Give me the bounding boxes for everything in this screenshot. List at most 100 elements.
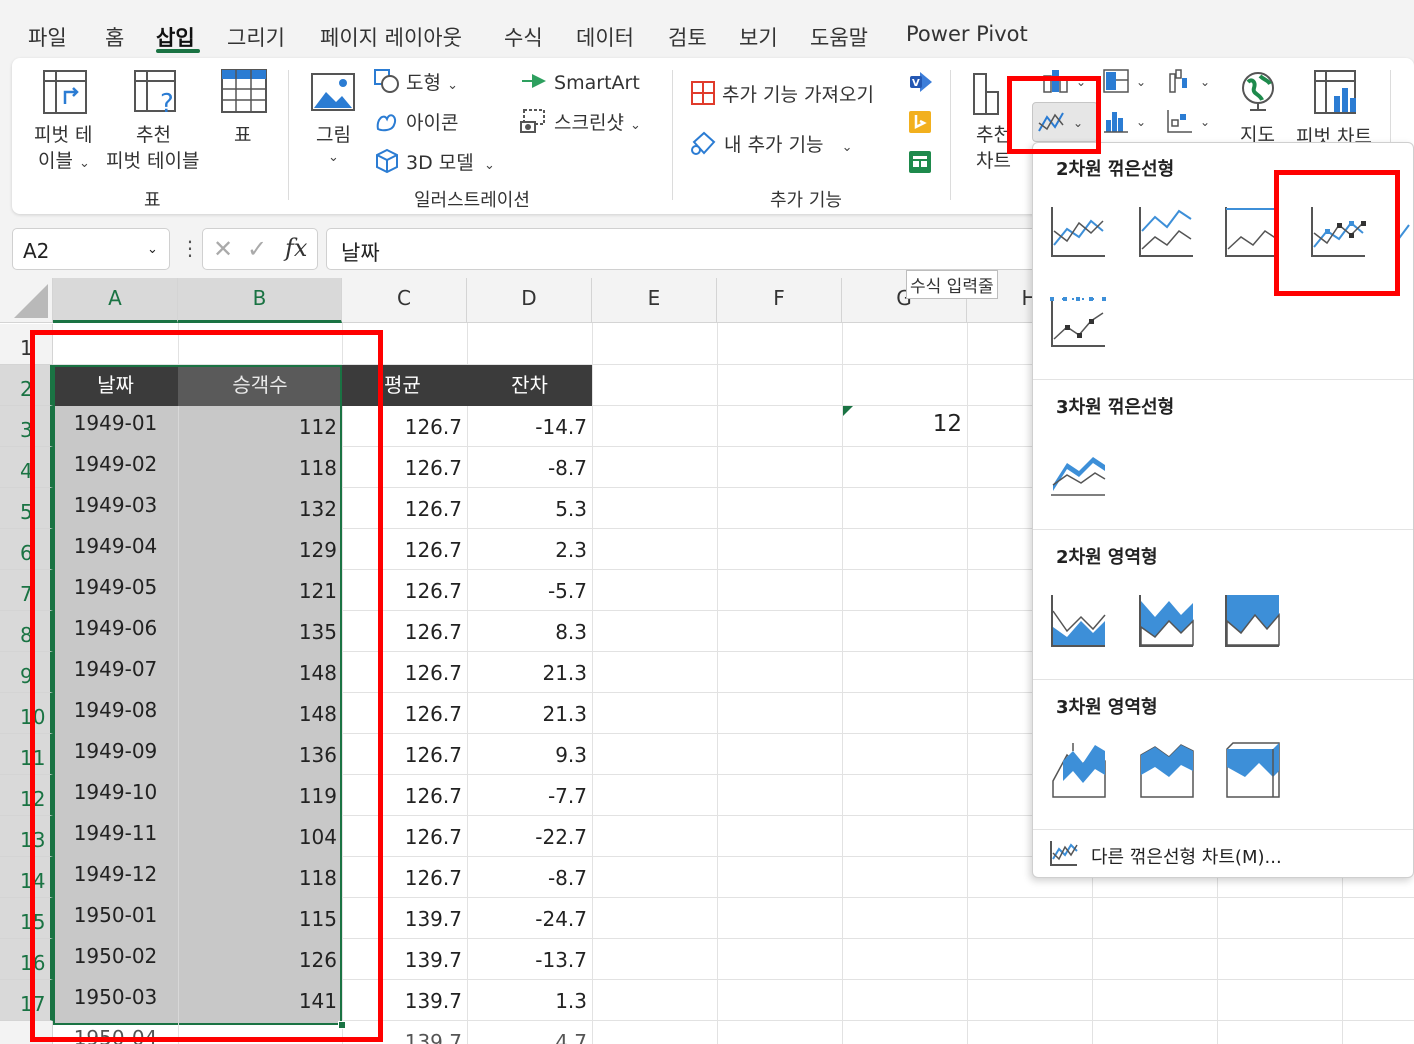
recommended-pivot-button[interactable]: ? bbox=[132, 68, 182, 122]
table-cell[interactable]: 1.3 bbox=[467, 980, 587, 1021]
people-graph-button[interactable] bbox=[908, 150, 932, 178]
tab-draw[interactable]: 그리기 bbox=[227, 22, 285, 52]
hierarchy-chart-button[interactable]: ⌄ bbox=[1102, 68, 1154, 98]
icons-button[interactable]: 아이콘 bbox=[374, 108, 459, 135]
ribbon-separator bbox=[950, 70, 951, 200]
cancel-icon[interactable]: ✕ bbox=[213, 235, 233, 263]
tab-formulas[interactable]: 수식 bbox=[504, 22, 543, 52]
table-cell[interactable]: 8.3 bbox=[467, 611, 587, 652]
recommended-charts-label-2: 차트 bbox=[976, 150, 1011, 172]
pictures-button[interactable] bbox=[310, 72, 356, 116]
table-button[interactable] bbox=[220, 68, 268, 118]
pivot-table-icon bbox=[43, 70, 87, 114]
table-cell[interactable]: -7.7 bbox=[467, 775, 587, 816]
stacked-line-chart-option[interactable] bbox=[1137, 201, 1195, 259]
tab-page-layout[interactable]: 페이지 레이아웃 bbox=[320, 22, 462, 52]
get-addins-button[interactable]: 추가 기능 가져오기 bbox=[690, 80, 874, 107]
header-cell-residual[interactable]: 잔차 bbox=[467, 365, 592, 406]
pivot-chart-icon bbox=[1314, 70, 1356, 114]
3d-line-chart-option[interactable] bbox=[1049, 439, 1107, 497]
column-header-b[interactable]: B bbox=[178, 278, 342, 323]
100-stacked-area-chart-option[interactable] bbox=[1223, 591, 1281, 649]
maps-button[interactable] bbox=[1238, 68, 1278, 118]
tab-file[interactable]: 파일 bbox=[28, 22, 67, 52]
table-icon bbox=[221, 69, 267, 113]
select-all-icon bbox=[14, 284, 48, 318]
icons-icon bbox=[376, 114, 397, 132]
table-cell[interactable]: -5.7 bbox=[467, 570, 587, 611]
shapes-button[interactable]: 도형 ⌄ bbox=[374, 68, 458, 95]
recommended-charts-icon bbox=[973, 73, 999, 115]
group-label-addins: 추가 기능 bbox=[770, 190, 842, 211]
store-icon bbox=[691, 81, 715, 105]
insert-function-button[interactable]: fx bbox=[285, 234, 307, 262]
table-cell[interactable]: 5.3 bbox=[467, 488, 587, 529]
100-stacked-line-markers-chart-option[interactable] bbox=[1049, 291, 1107, 349]
table-cell[interactable]: 21.3 bbox=[467, 652, 587, 693]
table-cell[interactable]: -14.7 bbox=[467, 406, 587, 447]
shapes-icon bbox=[374, 69, 399, 93]
column-header-e[interactable]: E bbox=[592, 278, 717, 323]
section-title-2d-line: 2차원 꺾은선형 bbox=[1056, 159, 1175, 180]
select-all-button[interactable] bbox=[0, 278, 53, 323]
more-options-icon[interactable]: ⋮ bbox=[180, 236, 200, 260]
table-cell[interactable]: -8.7 bbox=[467, 857, 587, 898]
tab-data[interactable]: 데이터 bbox=[576, 22, 634, 52]
check-icon[interactable]: ✓ bbox=[247, 235, 267, 263]
tab-power-pivot[interactable]: Power Pivot bbox=[906, 22, 1028, 46]
chevron-down-icon[interactable]: ⌄ bbox=[147, 242, 158, 257]
my-addins-button[interactable]: 내 추가 기능 ⌄ bbox=[690, 130, 853, 157]
addins-icon bbox=[691, 131, 716, 155]
pictures-label: 그림 bbox=[316, 124, 351, 146]
tab-home[interactable]: 홈 bbox=[105, 22, 124, 52]
waterfall-chart-button[interactable]: ⌄ bbox=[1166, 68, 1218, 98]
table-cell[interactable]: 9.3 bbox=[467, 734, 587, 775]
stacked-area-chart-option[interactable] bbox=[1137, 591, 1195, 649]
3d-stacked-area-chart-option[interactable] bbox=[1137, 741, 1195, 799]
column-header-a[interactable]: A bbox=[53, 278, 178, 323]
tab-help[interactable]: 도움말 bbox=[810, 22, 868, 52]
table-cell[interactable]: 2.3 bbox=[467, 529, 587, 570]
area-chart-option[interactable] bbox=[1049, 591, 1107, 649]
column-header-c[interactable]: C bbox=[342, 278, 467, 323]
partial-cell[interactable]: 4.7 bbox=[467, 1021, 587, 1044]
formula-input[interactable]: 날짜 bbox=[326, 228, 1046, 270]
column-header-d[interactable]: D bbox=[467, 278, 592, 323]
tab-insert[interactable]: 삽입 bbox=[156, 22, 195, 52]
scatter-chart-button[interactable]: ⌄ bbox=[1166, 108, 1218, 138]
gridline bbox=[967, 323, 968, 1044]
statistic-chart-button[interactable]: ⌄ bbox=[1102, 108, 1154, 138]
recommended-charts-button[interactable] bbox=[970, 70, 1010, 120]
more-line-charts-link[interactable]: 다른 꺾은선형 차트(M)... bbox=[1091, 843, 1282, 869]
bing-button[interactable] bbox=[908, 110, 932, 138]
3d-area-chart-option[interactable] bbox=[1049, 741, 1107, 799]
tab-view[interactable]: 보기 bbox=[739, 22, 778, 52]
highlight-box-line-button bbox=[1007, 76, 1101, 154]
smartart-button[interactable]: SmartArt bbox=[520, 70, 640, 94]
table-cell[interactable]: 21.3 bbox=[467, 693, 587, 734]
pivot-table-label-1: 피벗 테 bbox=[34, 124, 93, 146]
pivot-chart-button[interactable] bbox=[1312, 68, 1362, 122]
table-cell[interactable]: -8.7 bbox=[467, 447, 587, 488]
svg-text:⌄: ⌄ bbox=[1136, 75, 1146, 89]
ribbon-separator bbox=[288, 70, 289, 200]
ribbon-separator bbox=[672, 70, 673, 200]
pivot-table-button[interactable] bbox=[41, 68, 89, 120]
chevron-down-icon: ⌄ bbox=[328, 150, 339, 165]
screenshot-button[interactable]: 스크린샷 ⌄ bbox=[520, 108, 641, 135]
column-header-f[interactable]: F bbox=[717, 278, 842, 323]
svg-text:V: V bbox=[912, 78, 920, 89]
line-chart-option[interactable] bbox=[1049, 201, 1107, 259]
picture-icon bbox=[311, 73, 355, 111]
3d-100-stacked-area-chart-option[interactable] bbox=[1223, 741, 1281, 799]
3d-models-button[interactable]: 3D 모델 ⌄ bbox=[374, 148, 495, 175]
cell-g3[interactable]: 12 bbox=[842, 406, 962, 447]
100-stacked-line-chart-option[interactable] bbox=[1223, 201, 1281, 259]
table-cell[interactable]: -24.7 bbox=[467, 898, 587, 939]
table-cell[interactable]: -13.7 bbox=[467, 939, 587, 980]
highlight-box-selection bbox=[30, 330, 383, 1042]
visio-button[interactable]: V bbox=[908, 70, 934, 98]
table-cell[interactable]: -22.7 bbox=[467, 816, 587, 857]
name-box[interactable]: A2 ⌄ bbox=[12, 228, 170, 270]
tab-review[interactable]: 검토 bbox=[668, 22, 707, 52]
